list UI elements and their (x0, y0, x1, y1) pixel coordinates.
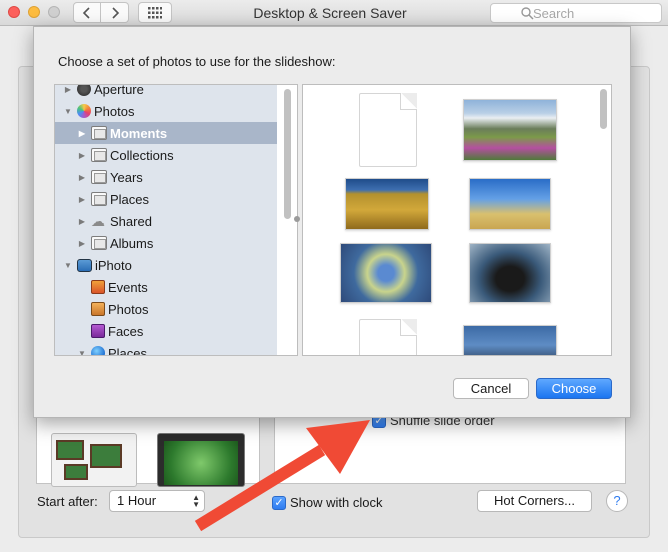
folder-icon (91, 126, 107, 140)
blank-document-icon (359, 93, 417, 167)
frame-icon (64, 464, 88, 480)
tree-item-label: Faces (108, 323, 144, 339)
thumbnail-image (164, 441, 238, 485)
blank-document-icon (359, 319, 417, 355)
tree-item[interactable]: ▶ Albums (55, 232, 277, 254)
photo-grid-scrollbar[interactable] (600, 89, 607, 129)
frame-icon (56, 440, 84, 460)
tree-item-label: Places (108, 345, 148, 356)
cliff-photo[interactable] (463, 325, 557, 355)
tree-item[interactable]: ▼ Photos (55, 100, 277, 122)
window-titlebar: Desktop & Screen Saver Search (0, 0, 668, 26)
tree-item-label: Moments (110, 125, 168, 141)
start-after-popup[interactable]: 1 Hour ▲ ▼ (109, 490, 205, 512)
sea-rocks-photo[interactable] (469, 243, 551, 303)
cloud-icon: ☁ (91, 213, 105, 229)
folder-icon (91, 148, 107, 162)
disclosure-expanded-icon[interactable]: ▼ (77, 349, 87, 356)
wheat-field-photo[interactable] (345, 178, 429, 230)
chevron-right-icon (111, 6, 119, 19)
tree-item-label: Years (110, 169, 143, 185)
tree-item[interactable]: ▼ iPhoto (55, 254, 277, 276)
disclosure-collapsed-icon[interactable]: ▶ (77, 129, 87, 138)
globe-icon (91, 346, 105, 355)
disclosure-collapsed-icon[interactable]: ▶ (77, 239, 87, 248)
help-button[interactable]: ? (606, 490, 628, 512)
zoom-window-button[interactable] (48, 6, 60, 18)
search-placeholder: Search (533, 5, 575, 21)
choose-photos-sheet: Choose a set of photos to use for the sl… (33, 26, 631, 418)
tree-item[interactable]: Photos (55, 298, 277, 320)
tree-item[interactable]: ▶ Aperture (55, 84, 277, 100)
forward-button[interactable] (101, 2, 129, 23)
faces-icon (91, 324, 105, 338)
folder-icon (91, 192, 107, 206)
tree-item-label: Photos (108, 301, 149, 317)
source-tree[interactable]: ▶ Aperture ▼ Photos ▶ Moments ▶ Collections ▶ Yea… (54, 84, 298, 356)
screen-saver-thumbnail-wall[interactable] (51, 433, 137, 487)
tree-item[interactable]: ▶ ☁ Shared (55, 210, 277, 232)
tree-item-label: Aperture (94, 84, 144, 97)
mountain-flowers-photo[interactable] (463, 99, 557, 161)
start-after-label: Start after: (37, 494, 98, 509)
search-field[interactable]: Search (490, 3, 662, 23)
tree-item-label: Places (110, 191, 150, 207)
iphoto-icon (77, 258, 92, 272)
tree-item[interactable]: ▶ Years (55, 166, 277, 188)
disclosure-collapsed-icon[interactable]: ▶ (63, 85, 73, 94)
folder-icon (91, 236, 107, 250)
tree-item-label: iPhoto (95, 257, 132, 273)
chevron-left-icon (82, 6, 90, 19)
cancel-button[interactable]: Cancel (453, 378, 529, 399)
desert-dunes-photo[interactable] (469, 178, 551, 230)
tree-item[interactable]: ▶ Moments (55, 122, 277, 144)
grid-icon (148, 6, 162, 18)
aperture-icon (77, 85, 91, 96)
tree-item[interactable]: ▼ Places (55, 342, 277, 356)
window-title: Desktop & Screen Saver (253, 5, 407, 21)
frame-icon (90, 444, 122, 468)
disclosure-expanded-icon[interactable]: ▼ (63, 107, 73, 116)
back-button[interactable] (73, 2, 101, 23)
sheet-prompt: Choose a set of photos to use for the sl… (58, 54, 336, 69)
disclosure-collapsed-icon[interactable]: ▶ (77, 217, 87, 226)
photos-app-icon (77, 104, 91, 118)
hot-corners-button[interactable]: Hot Corners... (477, 490, 592, 512)
choose-button[interactable]: Choose (536, 378, 612, 399)
search-icon (521, 7, 534, 20)
show-clock-label: Show with clock (290, 495, 383, 511)
events-icon (91, 280, 105, 294)
disclosure-collapsed-icon[interactable]: ▶ (77, 195, 87, 204)
tree-item-label: Photos (94, 103, 135, 119)
tree-scrollbar[interactable] (284, 89, 291, 219)
minimize-window-button[interactable] (28, 6, 40, 18)
show-clock-option[interactable]: ✓ Show with clock (272, 494, 382, 510)
screen-saver-thumbnail-selected[interactable] (157, 433, 245, 487)
disclosure-expanded-icon[interactable]: ▼ (63, 261, 73, 270)
tree-item[interactable]: ▶ Collections (55, 144, 277, 166)
updown-arrows-icon: ▲ ▼ (192, 493, 200, 509)
split-view-handle[interactable] (294, 216, 300, 222)
tree-item-label: Events (108, 279, 148, 295)
source-tree-list: ▶ Aperture ▼ Photos ▶ Moments ▶ Collections ▶ Yea… (55, 84, 277, 356)
tree-item-label: Shared (110, 213, 152, 229)
tree-item-label: Collections (110, 147, 174, 163)
folder-icon (91, 170, 107, 184)
tree-item[interactable]: ▶ Places (55, 188, 277, 210)
start-after-value: 1 Hour (117, 493, 157, 508)
show-clock-checkbox[interactable]: ✓ (272, 495, 286, 510)
tree-canopy-photo[interactable] (340, 243, 432, 303)
tree-item[interactable]: Faces (55, 320, 277, 342)
tree-item-label: Albums (110, 235, 154, 251)
iphoto-photos-icon (91, 302, 105, 316)
disclosure-collapsed-icon[interactable]: ▶ (77, 173, 87, 182)
photo-preview-grid[interactable] (302, 84, 612, 356)
disclosure-collapsed-icon[interactable]: ▶ (77, 151, 87, 160)
show-all-button[interactable] (138, 2, 172, 23)
tree-item[interactable]: Events (55, 276, 277, 298)
close-window-button[interactable] (8, 6, 20, 18)
